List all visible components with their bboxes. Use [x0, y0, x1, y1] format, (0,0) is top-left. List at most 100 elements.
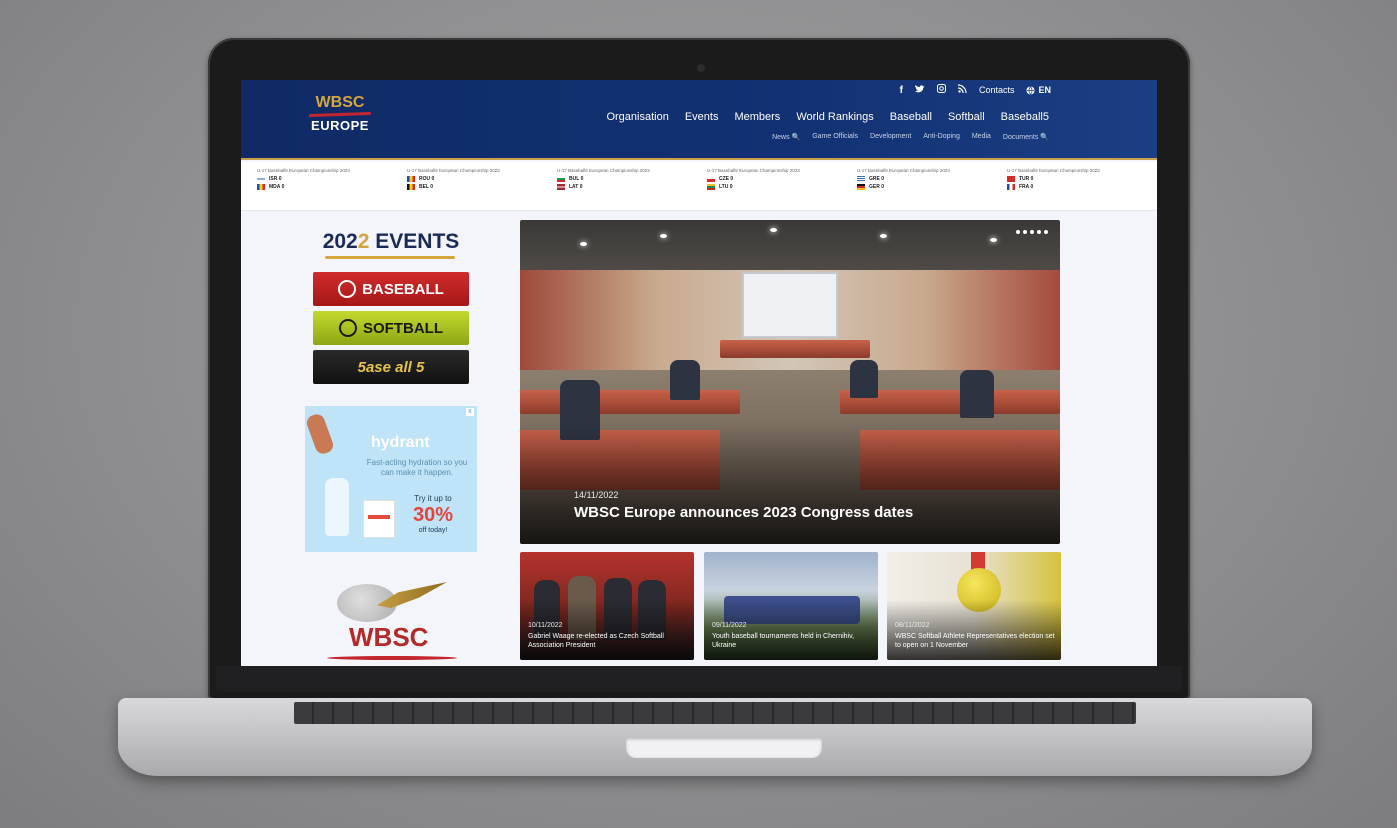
webcam — [697, 64, 705, 72]
subnav-development[interactable]: Development — [870, 133, 911, 141]
laptop-base — [118, 698, 1312, 776]
logo-europe-text: EUROPE — [311, 118, 369, 133]
rss-icon[interactable] — [957, 84, 967, 96]
nav-world-rankings[interactable]: World Rankings — [796, 111, 873, 123]
softball-button-label: SOFTBALL — [363, 319, 443, 337]
score-team-row: ROU 0 — [407, 176, 543, 182]
news-card[interactable]: 09/11/2022 Youth baseball tournaments he… — [704, 552, 878, 660]
team-score: ISR 0 — [269, 176, 282, 182]
hydrant-ad-banner[interactable]: x hydrant Fast-acting hydration so you c… — [305, 406, 477, 552]
hero-headline[interactable]: WBSC Europe announces 2023 Congress date… — [574, 504, 913, 521]
baseball-button-label: BASEBALL — [362, 280, 444, 298]
score-team-row: BEL 0 — [407, 184, 543, 190]
card-gradient — [704, 600, 878, 660]
sub-nav: News 🔍 Game Officials Development Anti-D… — [772, 133, 1049, 141]
slider-dot[interactable] — [1030, 230, 1034, 234]
nav-softball[interactable]: Softball — [948, 111, 985, 123]
slider-dot[interactable] — [1037, 230, 1041, 234]
slider-dot[interactable] — [1016, 230, 1020, 234]
score-team-row: ISR 0 — [257, 176, 393, 182]
baseball-icon — [338, 280, 357, 298]
card-headline[interactable]: Gabriel Waage re-elected as Czech Softba… — [528, 632, 688, 650]
hero-photo-light — [580, 242, 587, 246]
card-date: 09/11/2022 — [712, 622, 747, 629]
nav-members[interactable]: Members — [734, 111, 780, 123]
logo-wbsc-text: WBSC — [315, 94, 365, 111]
score-card[interactable]: U-17 Baseball5 European Championship 202… — [1007, 168, 1143, 190]
score-team-row: BUL 0 — [557, 176, 693, 182]
news-card[interactable]: 08/11/2022 WBSC Softball Athlete Represe… — [887, 552, 1061, 660]
ad-close-icon[interactable]: x — [466, 408, 474, 416]
hero-photo-light — [770, 228, 777, 232]
news-card[interactable]: 10/11/2022 Gabriel Waage re-elected as C… — [520, 552, 694, 660]
logo-swoosh — [327, 656, 457, 660]
trackpad-notch — [626, 738, 822, 758]
hero-photo-person — [850, 360, 878, 398]
score-card[interactable]: U-17 Baseball5 European Championship 202… — [707, 168, 843, 190]
hero-slider[interactable]: 14/11/2022 WBSC Europe announces 2023 Co… — [520, 220, 1060, 544]
subnav-media[interactable]: Media — [972, 133, 991, 141]
main-nav: Organisation Events Members World Rankin… — [606, 111, 1049, 123]
score-team-row: FRA 0 — [1007, 184, 1143, 190]
subnav-anti-doping[interactable]: Anti-Doping — [923, 133, 960, 141]
nav-events[interactable]: Events — [685, 111, 719, 123]
hero-photo-person — [670, 360, 700, 400]
twitter-icon[interactable] — [914, 84, 925, 96]
card-headline[interactable]: Youth baseball tournaments held in Chern… — [712, 632, 872, 650]
score-card[interactable]: U-17 Baseball5 European Championship 202… — [857, 168, 993, 190]
nav-baseball5[interactable]: Baseball5 — [1001, 111, 1049, 123]
screen-bezel — [216, 666, 1182, 692]
team-score: MDA 0 — [269, 184, 285, 190]
flag-icon — [557, 184, 565, 190]
hero-photo-light — [880, 234, 887, 238]
wbsc-europe-logo[interactable]: WBSC EUROPE — [308, 94, 372, 133]
score-event-title: U-17 Baseball5 European Championship 202… — [257, 168, 350, 173]
events-year-accent: 2 — [357, 230, 370, 253]
subnav-news[interactable]: News 🔍 — [772, 133, 800, 141]
score-team-row: GER 0 — [857, 184, 993, 190]
keyboard — [294, 702, 1136, 724]
team-score: LAT 0 — [569, 184, 583, 190]
slider-pagination[interactable] — [1016, 230, 1048, 234]
browser-screen: WBSC EUROPE f Contacts EN Organisation E… — [241, 80, 1157, 666]
score-card[interactable]: U-17 Baseball5 European Championship 202… — [407, 168, 543, 190]
nav-organisation[interactable]: Organisation — [606, 111, 668, 123]
hero-photo-light — [660, 234, 667, 238]
instagram-icon[interactable] — [936, 84, 946, 96]
facebook-icon[interactable]: f — [900, 85, 903, 96]
team-score: CZE 0 — [719, 176, 734, 182]
score-team-row: CZE 0 — [707, 176, 843, 182]
score-event-title: U-17 Baseball5 European Championship 202… — [1007, 168, 1100, 173]
team-score: FRA 0 — [1019, 184, 1034, 190]
wbsc-world-logo[interactable]: WBSC — [327, 580, 457, 666]
nav-baseball[interactable]: Baseball — [890, 111, 932, 123]
hero-gradient — [520, 424, 1060, 544]
baseball5-events-button[interactable]: 5ase all 5 — [313, 350, 469, 384]
language-label: EN — [1038, 85, 1051, 95]
subnav-documents[interactable]: Documents 🔍 — [1003, 133, 1049, 141]
hero-photo-table — [520, 390, 740, 414]
subnav-game-officials[interactable]: Game Officials — [812, 133, 858, 141]
laptop-lid: WBSC EUROPE f Contacts EN Organisation E… — [208, 38, 1190, 700]
card-headline[interactable]: WBSC Softball Athlete Representatives el… — [895, 632, 1055, 650]
language-selector[interactable]: EN — [1026, 85, 1051, 95]
score-card[interactable]: U-17 Baseball5 European Championship 202… — [257, 168, 393, 190]
utility-bar: f Contacts EN — [900, 84, 1051, 96]
card-gradient — [520, 600, 694, 660]
score-card[interactable]: U-17 Baseball5 European Championship 202… — [557, 168, 693, 190]
ad-copy: Fast-acting hydration so you can make it… — [366, 458, 468, 477]
card-date: 08/11/2022 — [895, 622, 930, 629]
slider-dot[interactable] — [1023, 230, 1027, 234]
flag-icon — [557, 176, 565, 182]
team-score: BUL 0 — [569, 176, 584, 182]
hero-photo-person — [960, 370, 994, 418]
ad-hand-image — [305, 412, 336, 456]
score-team-row: MDA 0 — [257, 184, 393, 190]
slider-dot[interactable] — [1044, 230, 1048, 234]
team-score: ROU 0 — [419, 176, 435, 182]
softball-events-button[interactable]: SOFTBALL — [313, 311, 469, 345]
hero-photo-projection — [742, 272, 838, 338]
events-title-suffix: EVENTS — [369, 230, 460, 253]
baseball-events-button[interactable]: BASEBALL — [313, 272, 469, 306]
contacts-link[interactable]: Contacts — [979, 85, 1015, 95]
